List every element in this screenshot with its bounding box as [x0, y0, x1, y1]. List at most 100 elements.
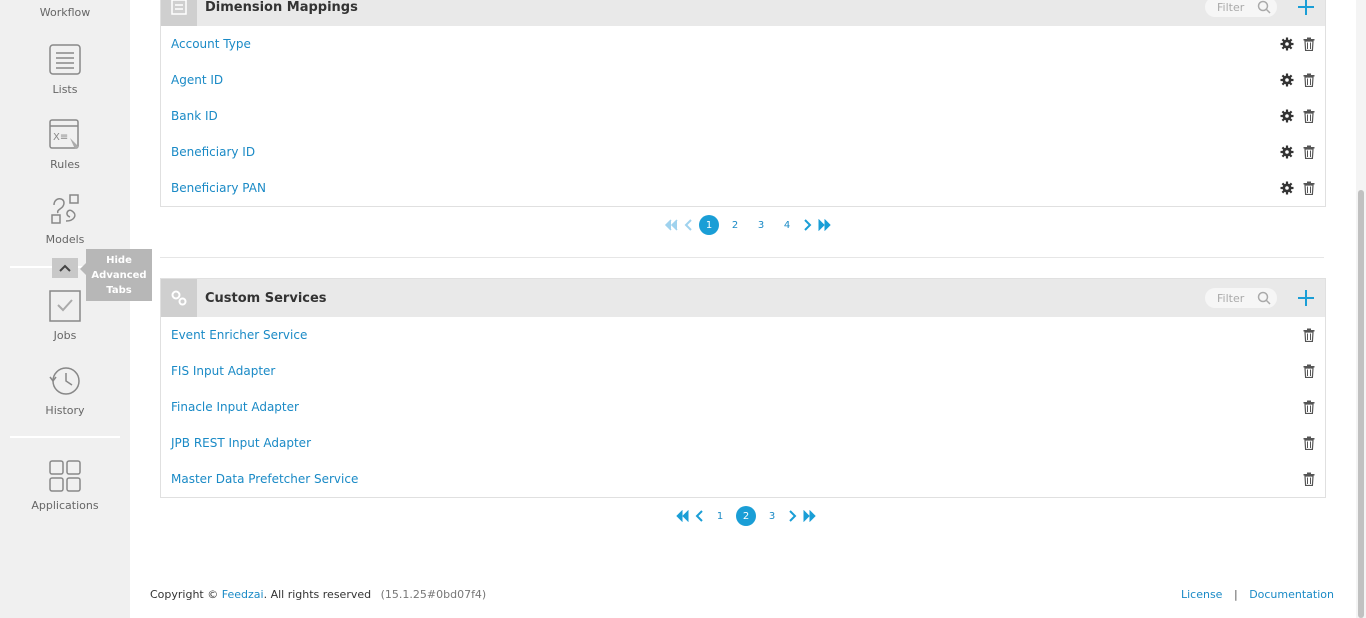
- gear-icon[interactable]: [1280, 73, 1294, 87]
- next-page-icon[interactable]: [788, 510, 797, 522]
- footer-links: License | Documentation: [1181, 588, 1334, 601]
- table-row: Agent ID: [161, 62, 1325, 98]
- custom-services-title: Custom Services: [205, 290, 327, 306]
- history-icon: [49, 367, 80, 395]
- row-actions: [1280, 181, 1315, 195]
- tooltip-line-1: Hide: [106, 255, 132, 266]
- footer-separator: |: [1233, 588, 1238, 601]
- page-3[interactable]: 3: [762, 506, 782, 526]
- custom-services-icon: [161, 279, 197, 317]
- tooltip-line-2: Advanced: [91, 270, 147, 281]
- nav-jobs-label: Jobs: [53, 329, 77, 342]
- row-actions: [1303, 436, 1315, 450]
- gear-icon[interactable]: [1280, 37, 1294, 51]
- dimension-mapping-link[interactable]: Agent ID: [171, 73, 223, 87]
- dimension-mappings-filter[interactable]: [1205, 0, 1277, 17]
- dimension-mappings-pagination: 1 2 3 4: [664, 215, 832, 235]
- dimension-mapping-link[interactable]: Beneficiary PAN: [171, 181, 266, 195]
- nav-applications[interactable]: Applications: [0, 459, 130, 512]
- trash-icon[interactable]: [1303, 145, 1315, 159]
- footer-copyright: Copyright © Feedzai. All rights reserved…: [150, 588, 486, 601]
- trash-icon[interactable]: [1303, 37, 1315, 51]
- table-row: JPB REST Input Adapter: [161, 425, 1325, 461]
- page-1[interactable]: 1: [699, 215, 719, 235]
- sidebar-divider-2: [10, 436, 120, 438]
- nav-workflow[interactable]: Workflow: [0, 6, 130, 19]
- trash-icon[interactable]: [1303, 472, 1315, 486]
- nav-jobs[interactable]: Jobs: [0, 289, 130, 342]
- sidebar: Workflow Lists X≡ Rules Models Hide Adva…: [0, 0, 152, 618]
- trash-icon[interactable]: [1303, 181, 1315, 195]
- page-3[interactable]: 3: [751, 215, 771, 235]
- nav-workflow-label: Workflow: [39, 6, 91, 19]
- list-icon: [49, 44, 81, 75]
- trash-icon[interactable]: [1303, 109, 1315, 123]
- table-row: Beneficiary PAN: [161, 170, 1325, 206]
- dimension-mappings-title: Dimension Mappings: [205, 0, 358, 15]
- first-page-icon[interactable]: [675, 510, 689, 522]
- prev-page-icon[interactable]: [695, 510, 704, 522]
- custom-services-pagination: 1 2 3: [675, 506, 817, 526]
- row-actions: [1280, 145, 1315, 159]
- last-page-icon[interactable]: [818, 219, 832, 231]
- nav-lists[interactable]: Lists: [0, 43, 130, 96]
- models-icon: [51, 194, 79, 224]
- page-2[interactable]: 2: [725, 215, 745, 235]
- custom-service-link[interactable]: FIS Input Adapter: [171, 364, 275, 378]
- last-page-icon[interactable]: [803, 510, 817, 522]
- dimension-mappings-panel: Dimension Mappings Account Type Agent ID…: [160, 0, 1326, 207]
- page-4[interactable]: 4: [777, 215, 797, 235]
- gear-icon[interactable]: [1280, 181, 1294, 195]
- first-page-icon[interactable]: [664, 219, 678, 231]
- page-2[interactable]: 2: [736, 506, 756, 526]
- next-page-icon[interactable]: [803, 219, 812, 231]
- jobs-icon: [49, 290, 81, 322]
- dimension-mapping-link[interactable]: Bank ID: [171, 109, 218, 123]
- copyright-text: Copyright ©: [150, 588, 219, 601]
- trash-icon[interactable]: [1303, 73, 1315, 87]
- trash-icon[interactable]: [1303, 400, 1315, 414]
- row-actions: [1303, 328, 1315, 342]
- custom-service-link[interactable]: Master Data Prefetcher Service: [171, 472, 358, 486]
- row-actions: [1303, 472, 1315, 486]
- row-actions: [1280, 73, 1315, 87]
- documentation-link[interactable]: Documentation: [1249, 588, 1334, 601]
- gear-icon[interactable]: [1280, 145, 1294, 159]
- row-actions: [1303, 364, 1315, 378]
- nav-history-label: History: [45, 404, 85, 417]
- gear-icon[interactable]: [1280, 109, 1294, 123]
- page-scrollbar[interactable]: [1356, 0, 1366, 618]
- trash-icon[interactable]: [1303, 328, 1315, 342]
- page-1[interactable]: 1: [710, 506, 730, 526]
- nav-models[interactable]: Models: [0, 193, 130, 246]
- dimension-mappings-header: Dimension Mappings: [161, 0, 1325, 26]
- prev-page-icon[interactable]: [684, 219, 693, 231]
- nav-lists-label: Lists: [52, 83, 78, 96]
- row-actions: [1280, 109, 1315, 123]
- chevron-up-icon: [59, 264, 71, 272]
- table-row: Bank ID: [161, 98, 1325, 134]
- scrollbar-thumb[interactable]: [1358, 190, 1364, 618]
- custom-service-link[interactable]: Finacle Input Adapter: [171, 400, 299, 414]
- collapse-advanced-button[interactable]: [52, 258, 78, 278]
- version-text: (15.1.25#0bd07f4): [380, 588, 487, 601]
- trash-icon[interactable]: [1303, 364, 1315, 378]
- company-link[interactable]: Feedzai: [222, 588, 264, 601]
- custom-services-header: Custom Services: [161, 279, 1325, 317]
- add-custom-service-button[interactable]: [1297, 289, 1315, 307]
- dimension-mapping-link[interactable]: Beneficiary ID: [171, 145, 255, 159]
- nav-history[interactable]: History: [0, 364, 130, 417]
- custom-service-link[interactable]: Event Enricher Service: [171, 328, 307, 342]
- nav-rules[interactable]: X≡ Rules: [0, 118, 130, 171]
- svg-text:X≡: X≡: [53, 132, 68, 143]
- applications-icon: [49, 460, 81, 492]
- custom-service-link[interactable]: JPB REST Input Adapter: [171, 436, 311, 450]
- custom-services-filter[interactable]: [1205, 288, 1277, 308]
- nav-applications-label: Applications: [31, 499, 99, 512]
- license-link[interactable]: License: [1181, 588, 1222, 601]
- trash-icon[interactable]: [1303, 436, 1315, 450]
- dimension-mapping-link[interactable]: Account Type: [171, 37, 251, 51]
- table-row: Account Type: [161, 26, 1325, 62]
- table-row: Event Enricher Service: [161, 317, 1325, 353]
- add-dimension-mapping-button[interactable]: [1297, 0, 1315, 16]
